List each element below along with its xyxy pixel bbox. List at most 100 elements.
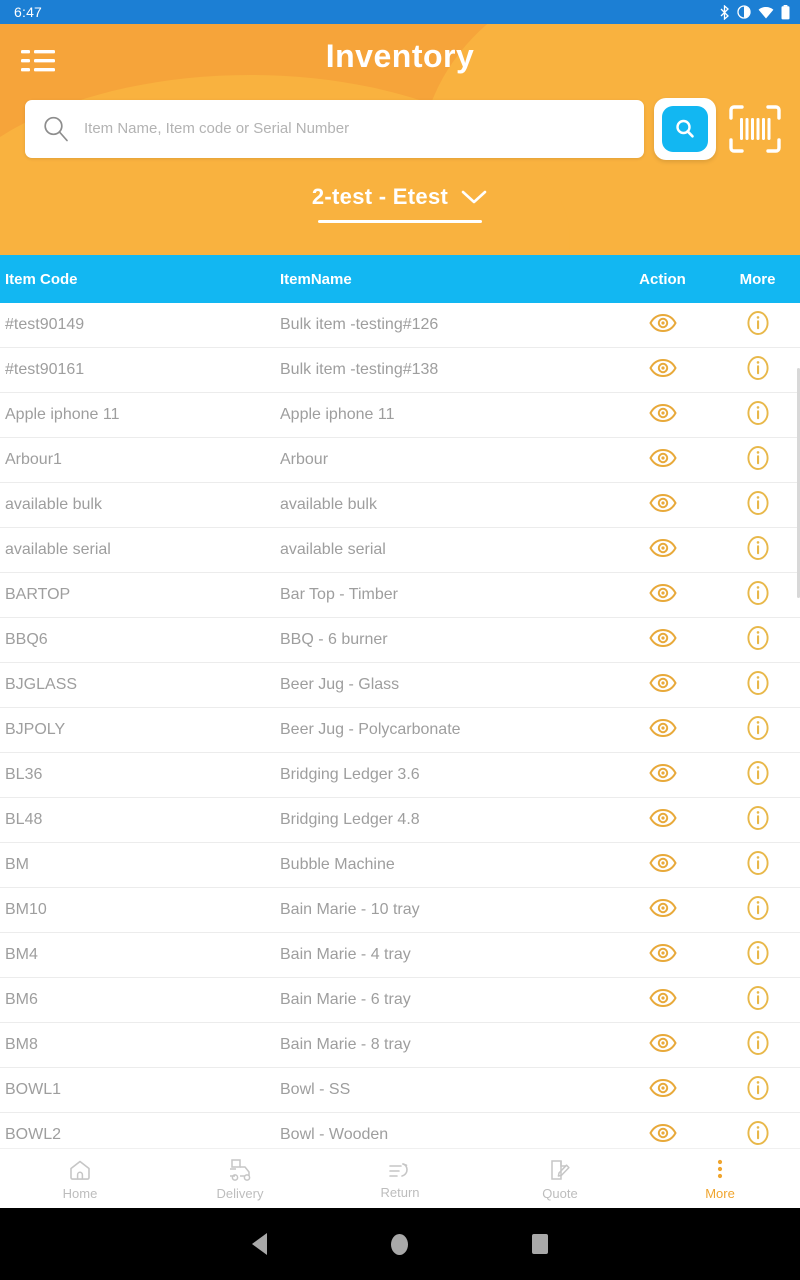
barcode-scan-icon[interactable] <box>724 98 786 160</box>
eye-icon <box>648 943 677 962</box>
eye-icon <box>648 853 677 872</box>
view-item-button[interactable] <box>648 403 677 423</box>
table-row[interactable]: BM4 Bain Marie - 4 tray <box>0 933 800 978</box>
item-info-button[interactable] <box>746 895 770 921</box>
view-item-button[interactable] <box>648 358 677 378</box>
cell-item-name: available bulk <box>280 496 377 513</box>
search-input[interactable] <box>84 120 628 138</box>
item-info-button[interactable] <box>746 445 770 471</box>
view-item-button[interactable] <box>648 538 677 558</box>
nav-item-more[interactable]: More <box>640 1157 800 1201</box>
info-circle-icon <box>746 985 769 1010</box>
nav-label-return: Return <box>380 1184 420 1200</box>
column-header-more[interactable]: More <box>715 271 800 288</box>
view-item-button[interactable] <box>648 1123 677 1143</box>
view-item-button[interactable] <box>648 1033 677 1053</box>
search-icon <box>44 116 68 142</box>
item-info-button[interactable] <box>746 805 770 831</box>
info-circle-icon <box>746 760 769 785</box>
item-info-button[interactable] <box>746 355 770 381</box>
nav-item-return[interactable]: Return <box>320 1158 480 1200</box>
android-recents-button[interactable] <box>532 1234 548 1254</box>
location-selector[interactable]: 2-test - Etest <box>312 184 488 210</box>
view-item-button[interactable] <box>648 943 677 963</box>
view-item-button[interactable] <box>648 1078 677 1098</box>
page-title: Inventory <box>325 38 475 74</box>
cell-item-code: BOWL2 <box>5 1126 62 1143</box>
info-circle-icon <box>746 625 769 650</box>
view-item-button[interactable] <box>648 718 677 738</box>
column-header-action[interactable]: Action <box>610 271 715 288</box>
cell-item-name: Bulk item -testing#138 <box>280 361 439 378</box>
view-item-button[interactable] <box>648 313 677 333</box>
table-row[interactable]: BJGLASS Beer Jug - Glass <box>0 663 800 708</box>
table-row[interactable]: Apple iphone 11 Apple iphone 11 <box>0 393 800 438</box>
cell-item-code: BARTOP <box>5 586 71 603</box>
item-info-button[interactable] <box>746 1030 770 1056</box>
cell-item-code: #test90161 <box>5 361 85 378</box>
item-info-button[interactable] <box>746 760 770 786</box>
table-row[interactable]: #test90161 Bulk item -testing#138 <box>0 348 800 393</box>
view-item-button[interactable] <box>648 808 677 828</box>
item-info-button[interactable] <box>746 985 770 1011</box>
item-info-button[interactable] <box>746 580 770 606</box>
table-header: Item Code ItemName Action More <box>0 255 800 303</box>
cell-item-name: Arbour <box>280 451 329 468</box>
eye-icon <box>648 808 677 827</box>
table-row[interactable]: BM Bubble Machine <box>0 843 800 888</box>
table-row[interactable]: available serial available serial <box>0 528 800 573</box>
column-header-item-name[interactable]: ItemName <box>280 271 610 288</box>
view-item-button[interactable] <box>648 898 677 918</box>
view-item-button[interactable] <box>648 988 677 1008</box>
view-item-button[interactable] <box>648 763 677 783</box>
table-row[interactable]: BM6 Bain Marie - 6 tray <box>0 978 800 1023</box>
view-item-button[interactable] <box>648 673 677 693</box>
item-info-button[interactable] <box>746 850 770 876</box>
eye-icon <box>648 718 677 737</box>
cell-item-name: Bridging Ledger 4.8 <box>280 811 420 828</box>
table-row[interactable]: Arbour1 Arbour <box>0 438 800 483</box>
nav-label-more: More <box>705 1185 735 1201</box>
view-item-button[interactable] <box>648 448 677 468</box>
cell-item-code: #test90149 <box>5 316 85 333</box>
android-back-button[interactable] <box>252 1233 267 1255</box>
column-header-item-code[interactable]: Item Code <box>0 271 280 288</box>
nav-item-home[interactable]: Home <box>0 1157 160 1201</box>
nav-item-quote[interactable]: Quote <box>480 1157 640 1201</box>
view-item-button[interactable] <box>648 493 677 513</box>
android-home-button[interactable] <box>391 1233 408 1255</box>
table-row[interactable]: available bulk available bulk <box>0 483 800 528</box>
item-info-button[interactable] <box>746 535 770 561</box>
table-row[interactable]: BBQ6 BBQ - 6 burner <box>0 618 800 663</box>
dnd-icon <box>737 5 751 19</box>
table-row[interactable]: BJPOLY Beer Jug - Polycarbonate <box>0 708 800 753</box>
nav-item-delivery[interactable]: Delivery <box>160 1157 320 1201</box>
table-row[interactable]: BM8 Bain Marie - 8 tray <box>0 1023 800 1068</box>
table-row[interactable]: BOWL1 Bowl - SS <box>0 1068 800 1113</box>
search-box[interactable] <box>25 100 644 158</box>
search-button[interactable] <box>654 98 716 160</box>
item-info-button[interactable] <box>746 490 770 516</box>
search-button-inner <box>662 106 708 152</box>
table-row[interactable]: BARTOP Bar Top - Timber <box>0 573 800 618</box>
item-info-button[interactable] <box>746 625 770 651</box>
view-item-button[interactable] <box>648 853 677 873</box>
item-info-button[interactable] <box>746 1075 770 1101</box>
cell-item-name: Bain Marie - 6 tray <box>280 991 411 1008</box>
search-row <box>0 96 800 162</box>
item-info-button[interactable] <box>746 940 770 966</box>
item-info-button[interactable] <box>746 715 770 741</box>
view-item-button[interactable] <box>648 628 677 648</box>
item-info-button[interactable] <box>746 670 770 696</box>
table-row[interactable]: #test90149 Bulk item -testing#126 <box>0 303 800 348</box>
table-row[interactable]: BL48 Bridging Ledger 4.8 <box>0 798 800 843</box>
info-circle-icon <box>746 355 769 380</box>
table-row[interactable]: BM10 Bain Marie - 10 tray <box>0 888 800 933</box>
item-info-button[interactable] <box>746 310 770 336</box>
inventory-table-body[interactable]: #test90149 Bulk item -testing#126 #test901… <box>0 303 800 1171</box>
item-info-button[interactable] <box>746 1120 770 1146</box>
table-row[interactable]: BL36 Bridging Ledger 3.6 <box>0 753 800 798</box>
chevron-down-icon <box>461 190 487 204</box>
view-item-button[interactable] <box>648 583 677 603</box>
item-info-button[interactable] <box>746 400 770 426</box>
